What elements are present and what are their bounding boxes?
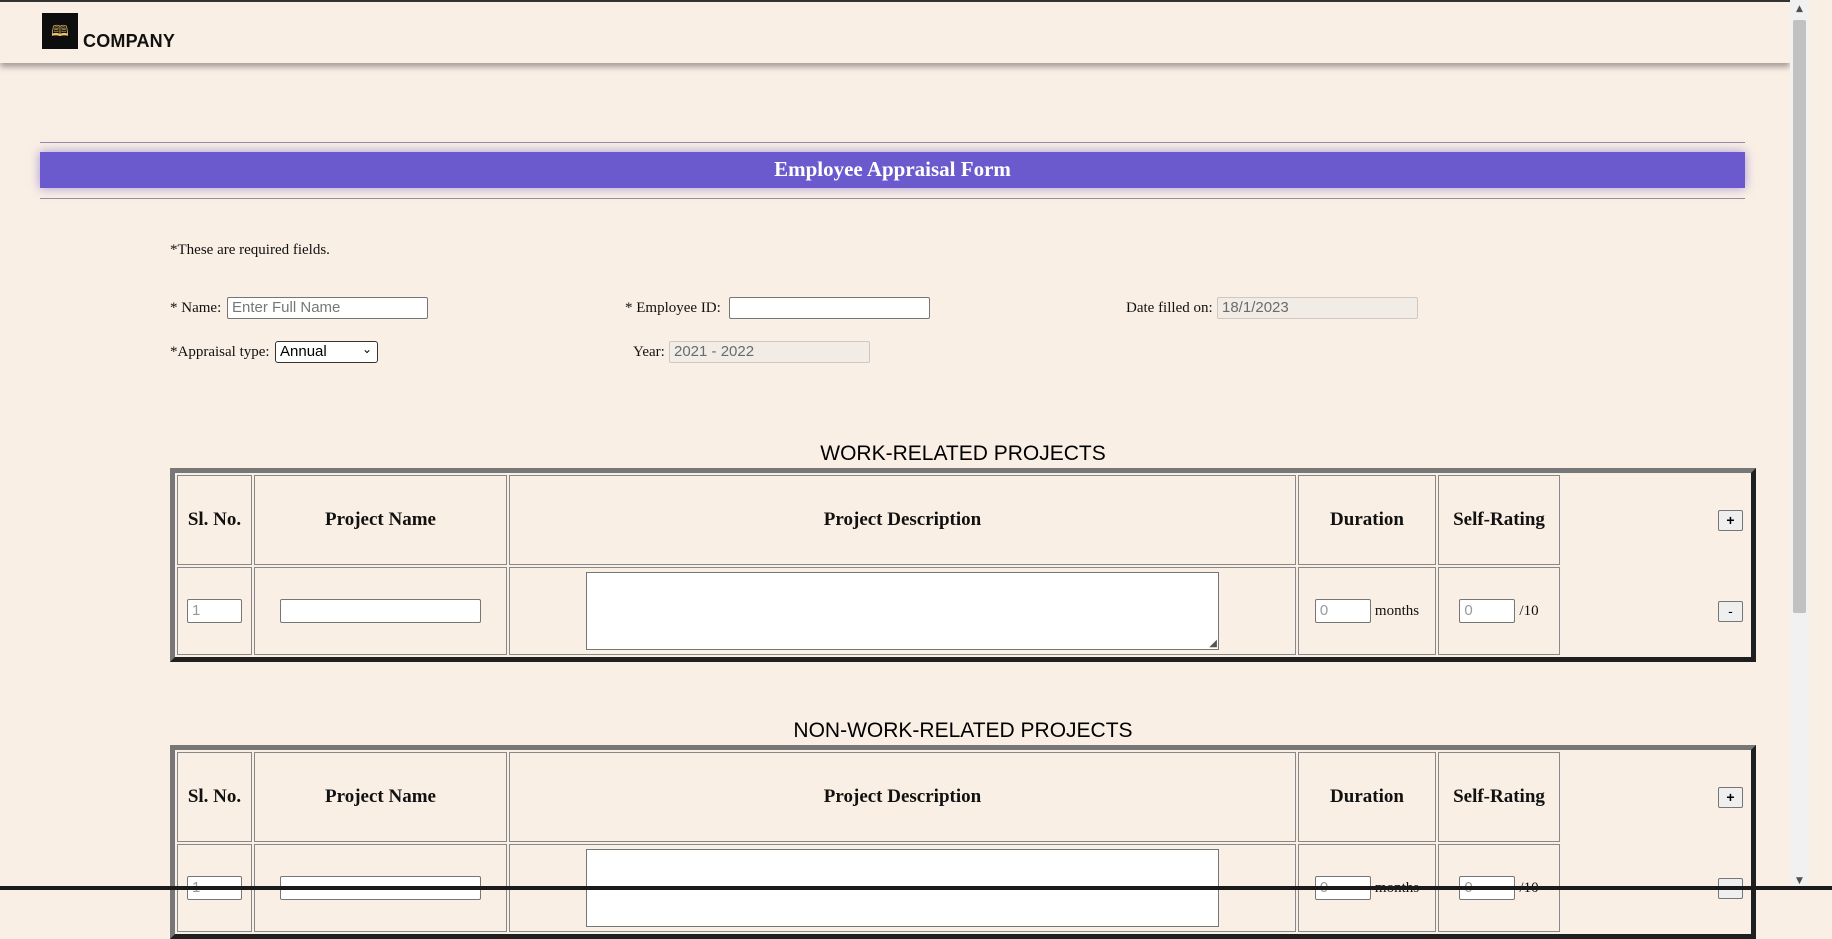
form-title-banner: Employee Appraisal Form xyxy=(40,152,1745,188)
window-bottom-edge xyxy=(0,886,1832,890)
resize-grip-icon[interactable]: ◢ xyxy=(1209,638,1217,649)
table-header-row: Sl. No. Project Name Project Description… xyxy=(177,752,1749,842)
chevron-down-icon: ⌄ xyxy=(361,342,372,356)
col-self-rating: Self-Rating xyxy=(1438,475,1560,565)
company-logo[interactable]: 🕮 xyxy=(42,13,78,49)
col-sl-no: Sl. No. xyxy=(177,475,252,565)
col-duration: Duration xyxy=(1298,752,1436,842)
appraisal-type-value: Annual xyxy=(280,343,327,360)
work-projects-table: Sl. No. Project Name Project Description… xyxy=(170,468,1756,662)
remove-cell: - xyxy=(1562,567,1749,655)
scroll-thumb[interactable] xyxy=(1793,20,1806,613)
col-project-description: Project Description xyxy=(509,475,1296,565)
project-name-cell xyxy=(254,567,507,655)
company-name: COMPANY xyxy=(83,31,176,51)
project-name-input[interactable] xyxy=(280,599,481,623)
scroll-up-arrow-icon[interactable]: ▲ xyxy=(1790,2,1809,16)
col-project-name: Project Name xyxy=(254,475,507,565)
non-work-projects-title: NON-WORK-RELATED PROJECTS xyxy=(793,719,1133,742)
sl-no-input[interactable]: 1 xyxy=(187,599,242,623)
divider-top xyxy=(40,142,1745,143)
date-filled-label: Date filled on: xyxy=(1126,300,1213,316)
add-cell: + xyxy=(1562,475,1749,565)
employee-id-input[interactable] xyxy=(729,297,930,319)
rating-suffix: /10 xyxy=(1519,602,1539,619)
name-input[interactable]: Enter Full Name xyxy=(227,297,428,319)
date-filled-field: 18/1/2023 xyxy=(1217,297,1418,319)
vertical-scrollbar[interactable]: ▲ ▼ xyxy=(1790,0,1809,890)
name-label: * Name: xyxy=(170,300,222,316)
add-row-button[interactable]: + xyxy=(1718,787,1743,809)
add-cell: + xyxy=(1562,752,1749,842)
col-sl-no: Sl. No. xyxy=(177,752,252,842)
appraisal-type-select[interactable]: Annual ⌄ xyxy=(275,341,378,363)
divider-bottom xyxy=(40,198,1745,199)
book-logo-icon: 🕮 xyxy=(51,21,69,40)
project-description-cell: ◢ xyxy=(509,567,1296,655)
table-row: 1 ◢ 0 months 0/10 - xyxy=(177,567,1749,655)
project-description-textarea[interactable]: ◢ xyxy=(586,572,1219,650)
sl-no-cell: 1 xyxy=(177,567,252,655)
self-rating-cell: 0/10 xyxy=(1438,567,1560,655)
work-projects-title: WORK-RELATED PROJECTS xyxy=(820,442,1106,465)
duration-unit: months xyxy=(1374,602,1420,619)
appraisal-type-label: *Appraisal type: xyxy=(170,344,270,360)
col-project-name: Project Name xyxy=(254,752,507,842)
employee-id-label: * Employee ID: xyxy=(625,300,721,316)
table-header-row: Sl. No. Project Name Project Description… xyxy=(177,475,1749,565)
col-self-rating: Self-Rating xyxy=(1438,752,1560,842)
duration-cell: 0months xyxy=(1298,567,1436,655)
non-work-projects-table: Sl. No. Project Name Project Description… xyxy=(170,745,1756,939)
required-note: *These are required fields. xyxy=(170,242,330,258)
add-row-button[interactable]: + xyxy=(1718,510,1743,532)
year-label: Year: xyxy=(633,344,665,360)
col-duration: Duration xyxy=(1298,475,1436,565)
remove-row-button[interactable]: - xyxy=(1718,600,1743,622)
year-field: 2021 - 2022 xyxy=(669,341,870,363)
top-navbar: 🕮 COMPANY xyxy=(0,0,1790,63)
col-project-description: Project Description xyxy=(509,752,1296,842)
duration-input[interactable]: 0 xyxy=(1314,599,1371,623)
self-rating-input[interactable]: 0 xyxy=(1459,599,1516,623)
